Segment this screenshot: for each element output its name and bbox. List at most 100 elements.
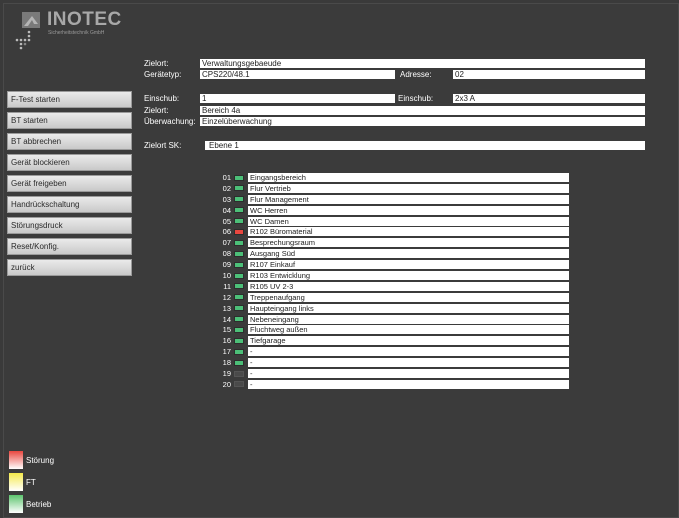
circuit-name[interactable]: Fluchtweg außen: [248, 325, 569, 335]
status-led-icon: [234, 185, 244, 192]
circuit-row: 06 R102 Büromaterial: [218, 226, 571, 237]
geraetetyp-field: CPS220/48.1: [200, 70, 395, 79]
einschub2-label: Einschub:: [398, 94, 434, 103]
circuit-row: 10 R103 Entwicklung: [218, 270, 571, 281]
circuit-number: 15: [222, 325, 231, 335]
circuit-row: 03 Flur Management: [218, 194, 571, 205]
device-release-button[interactable]: Gerät freigeben: [7, 175, 132, 192]
manual-reset-button[interactable]: Handrückschaltung: [7, 196, 132, 213]
status-led-icon: [234, 196, 244, 203]
circuit-row: 08 Ausgang Süd: [218, 248, 571, 259]
circuit-number: 19: [222, 369, 231, 379]
status-led-icon: [234, 174, 244, 181]
circuit-name[interactable]: Haupteingang links: [248, 303, 569, 313]
legend-label: Betrieb: [26, 500, 52, 509]
circuit-name[interactable]: -: [248, 347, 569, 357]
back-button[interactable]: zurück: [7, 259, 132, 276]
logo-mark-icon: [15, 12, 40, 50]
zielort-sk-label: Zielort SK:: [144, 141, 182, 150]
legend-label: FT: [26, 478, 36, 487]
status-led-icon: [234, 283, 244, 290]
circuit-number: 11: [223, 281, 231, 291]
fault-print-button[interactable]: Störungsdruck: [7, 217, 132, 234]
circuit-name[interactable]: Flur Vertrieb: [248, 183, 569, 193]
circuit-row: 02 Flur Vertrieb: [218, 183, 571, 194]
circuit-number: 10: [222, 271, 231, 281]
status-led-icon: [234, 381, 244, 388]
reset-config-button[interactable]: Reset/Konfig.: [7, 238, 132, 255]
status-led-icon: [234, 228, 244, 235]
circuit-number: 09: [222, 260, 231, 270]
ueberwachung-field: Einzelüberwachung: [200, 117, 645, 126]
circuit-name[interactable]: R105 UV 2-3: [248, 281, 569, 291]
legend-item-ft: FT: [9, 473, 109, 493]
status-led-icon: [234, 316, 244, 323]
bt-start-button[interactable]: BT starten: [7, 112, 132, 129]
sidebar: F-Test starten BT starten BT abbrechen G…: [7, 91, 132, 280]
legend-swatch-yellow: [9, 473, 23, 491]
circuit-name[interactable]: R102 Büromaterial: [248, 227, 569, 237]
circuit-name[interactable]: Treppenaufgang: [248, 292, 569, 302]
adresse-field: 02: [453, 70, 645, 79]
circuit-number: 18: [222, 358, 231, 368]
circuit-list: 01 Eingangsbereich 02 Flur Vertrieb 03 Flur…: [218, 172, 571, 390]
circuit-number: 01: [222, 173, 231, 182]
status-led-icon: [234, 370, 244, 377]
circuit-row: 11 R105 UV 2-3: [218, 281, 571, 292]
circuit-name[interactable]: -: [248, 369, 569, 379]
circuit-name[interactable]: WC Damen: [248, 216, 569, 226]
status-led-icon: [234, 326, 244, 333]
circuit-number: 03: [222, 194, 231, 204]
circuit-row: 13 Haupteingang links: [218, 303, 571, 314]
status-led-icon: [234, 337, 244, 344]
zielort-label: Zielort:: [144, 59, 169, 68]
zielort-sk-field: Ebene 1: [205, 141, 645, 150]
circuit-row: 01 Eingangsbereich: [218, 172, 571, 183]
bt-cancel-button[interactable]: BT abbrechen: [7, 133, 132, 150]
einschub2-field: 2x3 A: [453, 94, 645, 103]
ueberwachung-label: Überwachung:: [144, 117, 196, 126]
circuit-name[interactable]: Nebeneingang: [248, 314, 569, 324]
circuit-name[interactable]: Eingangsbereich: [248, 173, 569, 182]
status-led-icon: [234, 250, 244, 257]
geraetetyp-label: Gerätetyp:: [144, 70, 182, 79]
circuit-name[interactable]: R107 Einkauf: [248, 260, 569, 270]
device-block-button[interactable]: Gerät blockieren: [7, 154, 132, 171]
circuit-row: 14 Nebeneingang: [218, 314, 571, 325]
circuit-row: 19 -: [218, 368, 571, 379]
circuit-number: 12: [222, 292, 231, 302]
circuit-row: 12 Treppenaufgang: [218, 292, 571, 303]
circuit-row: 16 Tiefgarage: [218, 335, 571, 346]
f-test-start-button[interactable]: F-Test starten: [7, 91, 132, 108]
zielort2-label: Zielort:: [144, 106, 169, 115]
circuit-name[interactable]: WC Herren: [248, 205, 569, 215]
einschub-label: Einschub:: [144, 94, 180, 103]
circuit-name[interactable]: Tiefgarage: [248, 336, 569, 346]
circuit-name[interactable]: -: [248, 379, 569, 389]
circuit-number: 05: [222, 216, 231, 226]
circuit-row: 09 R107 Einkauf: [218, 259, 571, 270]
status-led-icon: [234, 207, 244, 214]
circuit-number: 04: [222, 205, 231, 215]
legend-swatch-red: [9, 451, 23, 469]
circuit-name[interactable]: Besprechungsraum: [248, 238, 569, 248]
status-led-icon: [234, 261, 244, 268]
circuit-row: 05 WC Damen: [218, 216, 571, 227]
status-led-icon: [234, 272, 244, 279]
status-led-icon: [234, 294, 244, 301]
circuit-row: 04 WC Herren: [218, 205, 571, 216]
circuit-number: 17: [222, 347, 231, 357]
status-led-icon: [234, 359, 244, 366]
circuit-row: 20 -: [218, 379, 571, 390]
circuit-row: 17 -: [218, 346, 571, 357]
circuit-number: 08: [222, 249, 231, 259]
circuit-name[interactable]: Flur Management: [248, 194, 569, 204]
circuit-number: 14: [222, 314, 231, 324]
circuit-number: 07: [222, 238, 231, 248]
logo-subtitle: Sicherheitstechnik GmbH: [48, 30, 105, 36]
circuit-name[interactable]: -: [248, 358, 569, 368]
circuit-name[interactable]: R103 Entwicklung: [248, 271, 569, 281]
circuit-row: 07 Besprechungsraum: [218, 237, 571, 248]
legend-item-stoerung: Störung: [9, 451, 109, 471]
circuit-name[interactable]: Ausgang Süd: [248, 249, 569, 259]
